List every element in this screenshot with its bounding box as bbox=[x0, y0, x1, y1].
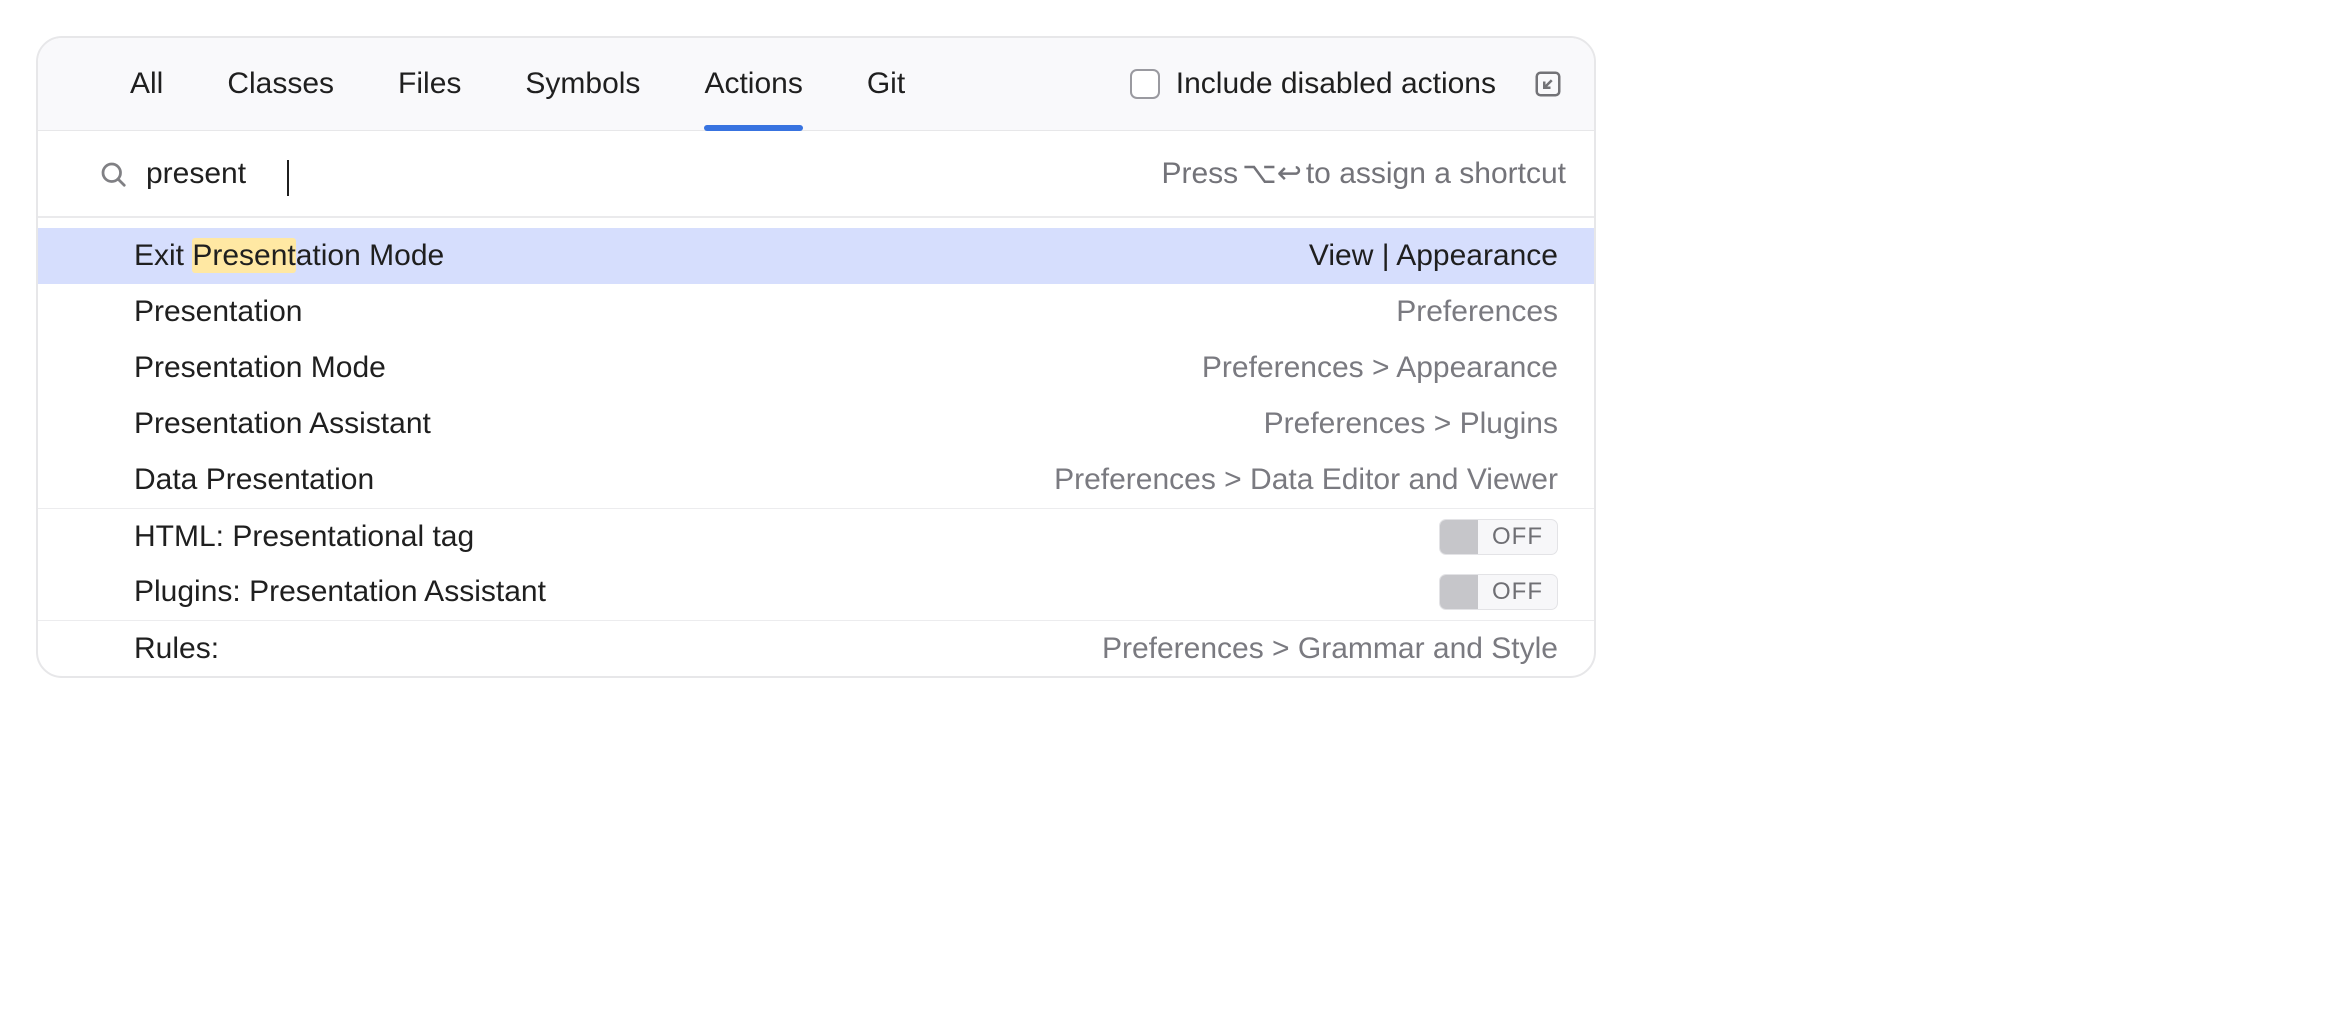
tab-actions[interactable]: Actions bbox=[672, 38, 834, 130]
tab-files[interactable]: Files bbox=[366, 38, 493, 130]
tab-classes[interactable]: Classes bbox=[195, 38, 366, 130]
toggle-state: OFF bbox=[1478, 523, 1557, 551]
result-path: Preferences > Data Editor and Viewer bbox=[1054, 463, 1558, 497]
tab-label: All bbox=[130, 67, 163, 101]
result-path: Preferences bbox=[1396, 295, 1558, 329]
tab-git[interactable]: Git bbox=[835, 38, 937, 130]
result-label: Plugins: Presentation Assistant bbox=[134, 575, 546, 609]
result-path: Preferences > Grammar and Style bbox=[1102, 632, 1558, 666]
shortcut-hint: Press ⌥↩ to assign a shortcut bbox=[1161, 156, 1566, 191]
tabs-bar: All Classes Files Symbols Actions Git In… bbox=[38, 38, 1594, 131]
tab-label: Classes bbox=[227, 67, 334, 101]
result-row[interactable]: Data Presentation Preferences > Data Edi… bbox=[38, 452, 1594, 508]
search-icon bbox=[98, 159, 128, 189]
tab-label: Symbols bbox=[525, 67, 640, 101]
result-label: Data Presentation bbox=[134, 463, 374, 497]
hint-prefix: Press bbox=[1161, 157, 1238, 191]
tab-label: Files bbox=[398, 67, 461, 101]
tab-label: Actions bbox=[704, 67, 802, 101]
toggle-knob bbox=[1440, 575, 1478, 609]
result-row[interactable]: Presentation Assistant Preferences > Plu… bbox=[38, 396, 1594, 452]
result-row[interactable]: Rules: Preferences > Grammar and Style bbox=[38, 620, 1594, 676]
result-path: Preferences > Plugins bbox=[1264, 407, 1558, 441]
toggle-switch[interactable]: OFF bbox=[1439, 519, 1558, 555]
tab-label: Git bbox=[867, 67, 905, 101]
result-path: View | Appearance bbox=[1309, 239, 1558, 273]
toggle-knob bbox=[1440, 520, 1478, 554]
include-disabled-label: Include disabled actions bbox=[1176, 67, 1496, 101]
hint-keys: ⌥↩ bbox=[1242, 156, 1302, 191]
result-label: Presentation bbox=[134, 295, 302, 329]
result-row[interactable]: Presentation Mode Preferences > Appearan… bbox=[38, 340, 1594, 396]
search-row: Press ⌥↩ to assign a shortcut bbox=[38, 131, 1594, 218]
include-disabled-checkbox[interactable]: Include disabled actions bbox=[1130, 67, 1496, 101]
result-label: HTML: Presentational tag bbox=[134, 520, 474, 554]
result-label: Exit Presentation Mode bbox=[134, 239, 444, 273]
label-post: ation Mode bbox=[296, 239, 444, 272]
results-list: Exit Presentation Mode View | Appearance… bbox=[38, 218, 1594, 676]
label-pre: Exit bbox=[134, 239, 192, 272]
toggle-state: OFF bbox=[1478, 578, 1557, 606]
result-label: Rules: bbox=[134, 632, 219, 666]
search-everywhere-popup: All Classes Files Symbols Actions Git In… bbox=[36, 36, 1596, 678]
search-input[interactable] bbox=[146, 157, 286, 191]
checkbox-box bbox=[1130, 69, 1160, 99]
tab-symbols[interactable]: Symbols bbox=[493, 38, 672, 130]
tabs: All Classes Files Symbols Actions Git bbox=[98, 38, 937, 130]
result-label: Presentation Mode bbox=[134, 351, 386, 385]
toggle-switch[interactable]: OFF bbox=[1439, 574, 1558, 610]
open-as-toolwindow-icon[interactable] bbox=[1530, 66, 1566, 102]
label-match: Present bbox=[192, 238, 295, 273]
hint-suffix: to assign a shortcut bbox=[1306, 157, 1566, 191]
result-row[interactable]: HTML: Presentational tag OFF bbox=[38, 508, 1594, 564]
result-path: Preferences > Appearance bbox=[1202, 351, 1558, 385]
result-row[interactable]: Plugins: Presentation Assistant OFF bbox=[38, 564, 1594, 620]
search-input-wrap bbox=[146, 157, 286, 191]
result-row[interactable]: Presentation Preferences bbox=[38, 284, 1594, 340]
tab-all[interactable]: All bbox=[98, 38, 195, 130]
result-label: Presentation Assistant bbox=[134, 407, 431, 441]
text-caret bbox=[287, 160, 290, 196]
result-row[interactable]: Exit Presentation Mode View | Appearance bbox=[38, 228, 1594, 284]
